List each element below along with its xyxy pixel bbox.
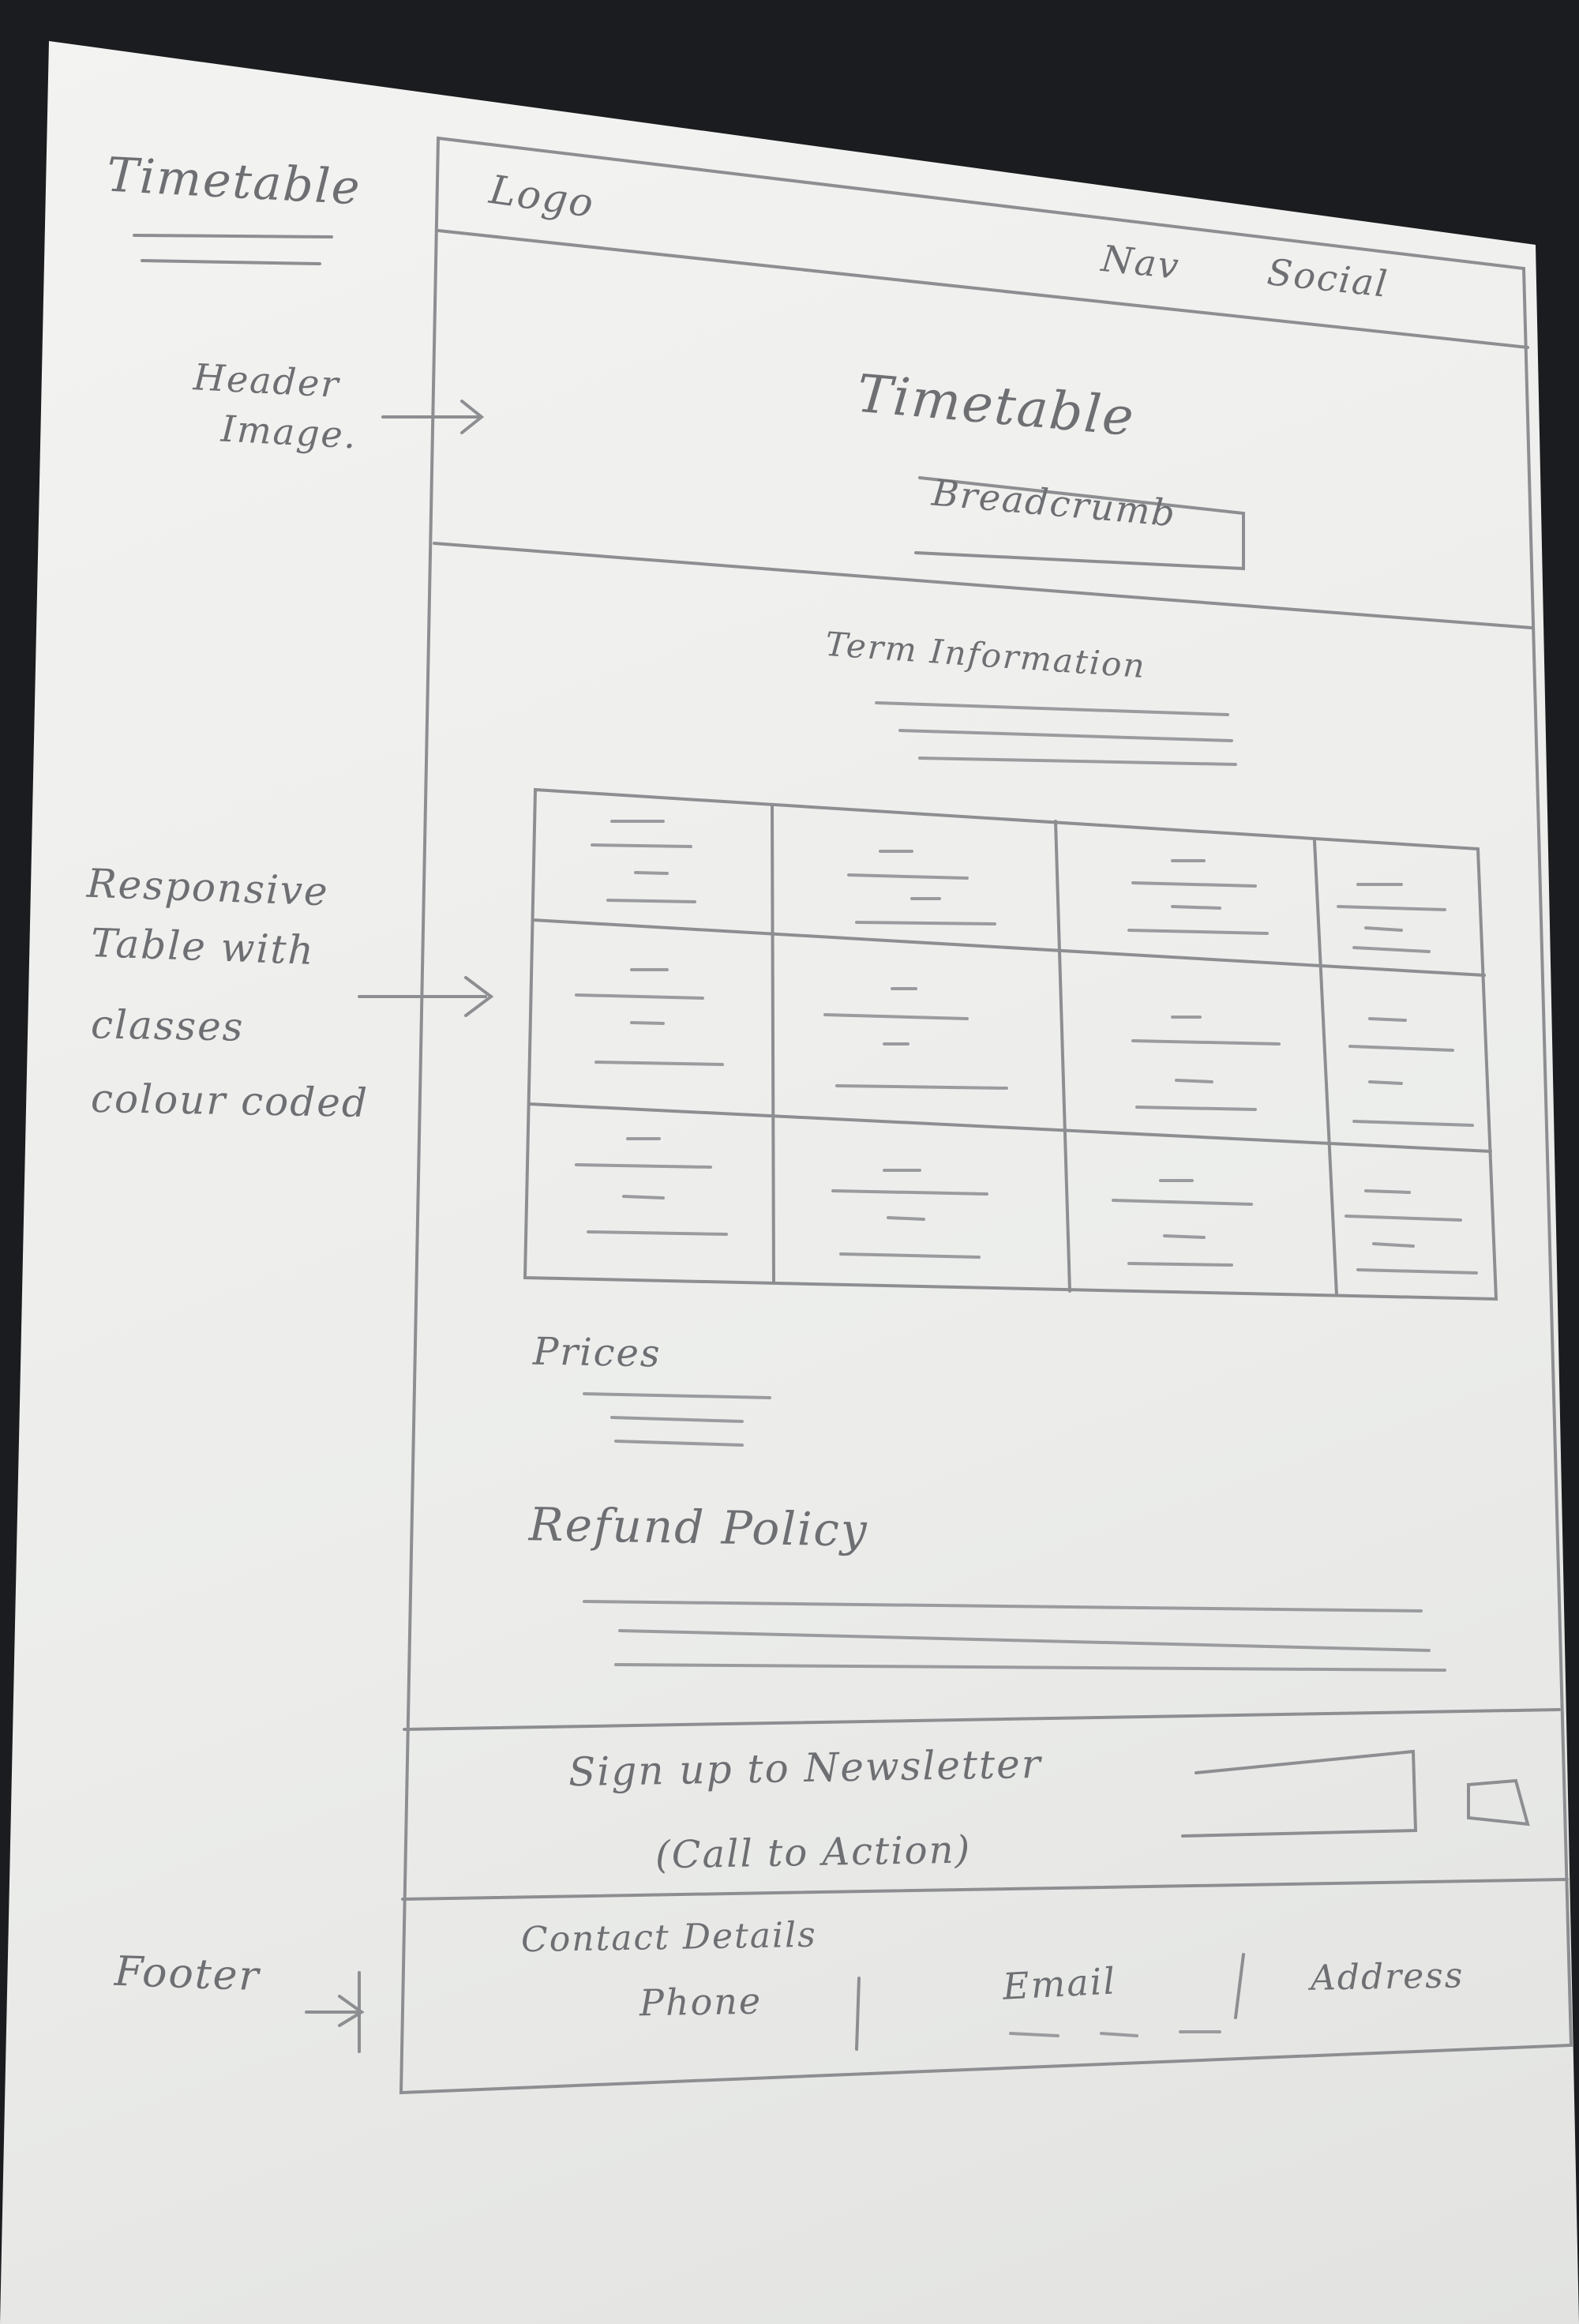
contact-address: Address [1310, 1955, 1465, 1999]
table-note-line-4: colour coded [90, 1075, 369, 1127]
contact-email: Email [1001, 1959, 1118, 2008]
header-image-annotation-2: Image. [219, 407, 358, 457]
contact-phone: Phone [639, 1979, 763, 2025]
prices-heading: Prices [532, 1329, 662, 1376]
refund-policy-heading: Refund Policy [528, 1497, 869, 1557]
header-image-annotation: Header [192, 355, 341, 406]
contact-details-heading: Contact Details [520, 1914, 818, 1961]
nav-placeholder: Nav [1099, 236, 1183, 288]
table-note-line-1: Responsive [86, 860, 330, 915]
footer-annotation: Footer [114, 1947, 261, 2001]
newsletter-text: Sign up to Newsletter [568, 1740, 1043, 1796]
newsletter-cta: (Call to Action) [654, 1827, 972, 1878]
table-note-line-3: classes [90, 1001, 245, 1050]
table-note-line-2: Table with [90, 920, 316, 974]
